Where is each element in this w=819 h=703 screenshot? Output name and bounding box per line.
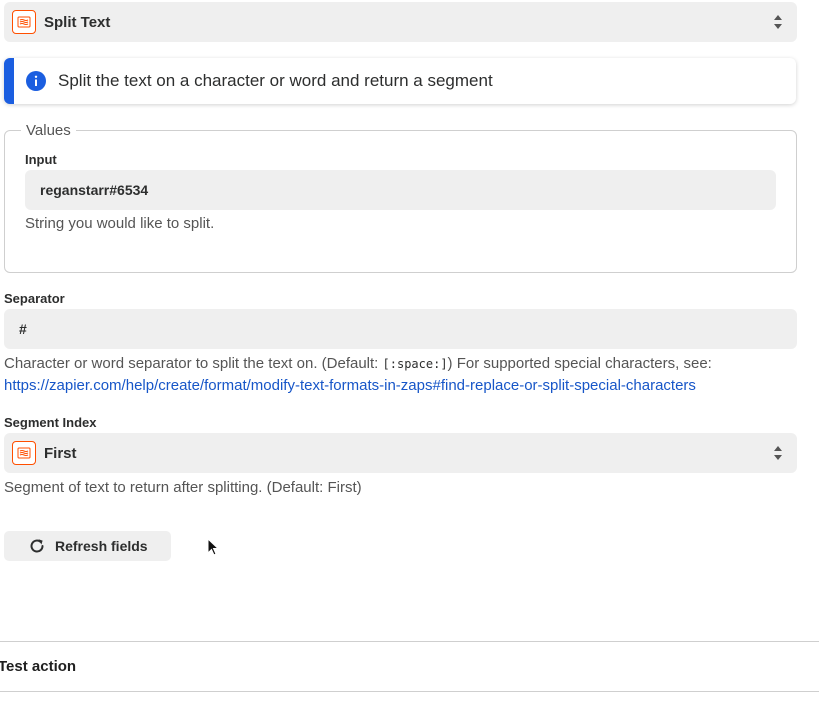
formatter-icon bbox=[12, 441, 36, 465]
sort-arrows-icon bbox=[774, 15, 782, 29]
separator-help-code: [:space:] bbox=[382, 357, 448, 371]
refresh-fields-label: Refresh fields bbox=[55, 538, 148, 554]
segment-index-label: Segment Index bbox=[4, 415, 97, 430]
segment-index-help-text: Segment of text to return after splittin… bbox=[4, 479, 362, 496]
input-help-text: String you would like to split. bbox=[25, 215, 215, 232]
info-icon bbox=[26, 71, 46, 91]
separator-help-suffix: ) For supported special characters, see: bbox=[447, 355, 712, 372]
special-characters-link[interactable]: https://zapier.com/help/create/format/mo… bbox=[4, 377, 696, 394]
separator-help-prefix: Character or word separator to split the… bbox=[4, 355, 383, 372]
input-field-value: reganstarr#6534 bbox=[40, 182, 149, 198]
values-legend: Values bbox=[21, 122, 76, 139]
refresh-fields-button[interactable]: Refresh fields bbox=[4, 531, 171, 561]
separator-field-value: # bbox=[19, 321, 27, 337]
section-divider bbox=[0, 691, 819, 692]
refresh-icon bbox=[30, 539, 44, 553]
formatter-icon bbox=[12, 10, 36, 34]
section-divider bbox=[0, 641, 819, 642]
input-field[interactable]: reganstarr#6534 bbox=[25, 170, 776, 210]
event-select[interactable]: Split Text bbox=[4, 2, 797, 42]
sort-arrows-icon bbox=[774, 446, 782, 460]
separator-label: Separator bbox=[4, 291, 65, 306]
segment-index-value: First bbox=[44, 444, 77, 462]
test-action-header[interactable]: Test action bbox=[0, 658, 76, 675]
separator-field[interactable]: # bbox=[4, 309, 797, 349]
info-banner: Split the text on a character or word an… bbox=[4, 58, 796, 104]
separator-help-text: Character or word separator to split the… bbox=[4, 353, 804, 397]
segment-index-select[interactable]: First bbox=[4, 433, 797, 473]
info-banner-text: Split the text on a character or word an… bbox=[58, 71, 493, 90]
mouse-cursor-icon bbox=[207, 538, 219, 556]
event-select-value: Split Text bbox=[44, 13, 111, 31]
input-label: Input bbox=[25, 152, 57, 167]
action-setup-panel: Split Text Split the text on a character… bbox=[0, 0, 819, 703]
